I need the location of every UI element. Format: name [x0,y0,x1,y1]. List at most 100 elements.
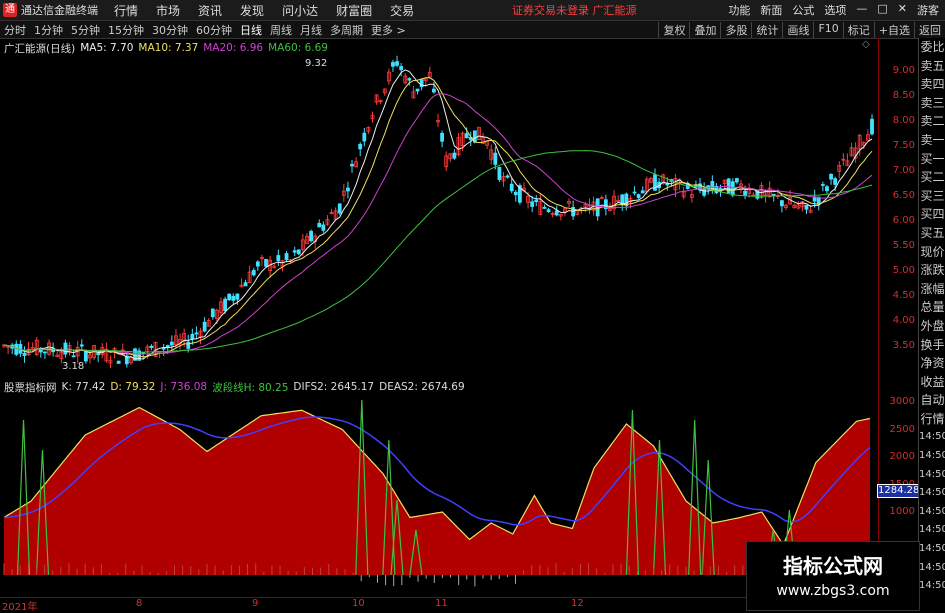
multi-stock-button[interactable]: 多股 [720,21,751,38]
indicator-title: 股票指标网 [4,381,57,394]
deas-value: DEAS2: 2674.69 [379,381,465,393]
period-monthly[interactable]: 月线 [300,22,322,38]
sidebar-field[interactable]: 14:50 [919,521,945,540]
ma60-value: MA60: 6.69 [268,42,328,54]
sidebar-field[interactable]: 现价 [919,243,945,262]
candle-body [497,167,502,180]
price-chart-panel[interactable]: 9.32 3.18 广汇能源(日线) MA5: 7.70 MA10: 7.37 M… [0,38,878,380]
candle-body [346,187,350,192]
period-multi[interactable]: 多周期 [330,22,363,38]
ma20-value: MA20: 6.96 [203,42,264,54]
period-15min[interactable]: 15分钟 [108,22,144,38]
app-logo-icon: 通 [3,3,17,17]
sidebar-field[interactable]: 14:50 [919,484,945,503]
candle-body [534,199,539,203]
watermark-url: www.zbgs3.com [776,583,890,599]
sidebar-field[interactable]: 换手 [919,336,945,355]
date-tick-label: 10 [352,598,365,609]
indicator-tick-label: 3000 [889,396,915,407]
sidebar-field[interactable]: 14:50 [919,503,945,522]
login-notice[interactable]: 证券交易未登录 广汇能源 [512,2,637,18]
candle-body [513,191,518,196]
sidebar-field[interactable]: 委比 [919,38,945,57]
candle-body [161,347,166,350]
candle-body [169,341,174,346]
period-60min[interactable]: 60分钟 [196,22,232,38]
period-1min[interactable]: 1分钟 [34,22,63,38]
f10-button[interactable]: F10 [813,21,842,38]
price-chart-svg[interactable]: 9.32 3.18 [0,38,878,380]
candle-body [493,152,498,165]
sidebar-field[interactable]: 14:50 [919,559,945,578]
sidebar-field[interactable]: 行情 [919,410,945,429]
period-weekly[interactable]: 周线 [270,22,292,38]
formula-button[interactable]: 公式 [792,2,814,18]
sidebar-field[interactable]: 买四 [919,205,945,224]
close-icon[interactable]: ✕ [898,2,907,18]
sidebar-field[interactable]: 收益 [919,373,945,392]
candle-body [632,191,637,194]
statistics-button[interactable]: 统计 [751,21,782,38]
period-5min[interactable]: 5分钟 [71,22,100,38]
restore-rights-button[interactable]: 复权 [658,21,689,38]
sidebar-field[interactable]: 涨幅 [919,280,945,299]
sidebar-field[interactable]: 卖一 [919,131,945,150]
sidebar-field[interactable]: 卖五 [919,57,945,76]
sidebar-field[interactable]: 14:50 [919,540,945,559]
menu-quotes[interactable]: 行情 [114,2,138,19]
main-legend: 广汇能源(日线) MA5: 7.70 MA10: 7.37 MA20: 6.96… [4,41,333,55]
settings-icon[interactable]: ◇ [862,40,872,50]
draw-line-button[interactable]: 画线 [782,21,813,38]
crosshair-value: 1284.28 [877,484,920,498]
sidebar-field[interactable]: 14:50 [919,447,945,466]
mark-button[interactable]: 标记 [842,21,874,38]
period-timeshare[interactable]: 分时 [4,22,26,38]
sidebar-field[interactable]: 卖四 [919,75,945,94]
sidebar-field[interactable]: 卖二 [919,112,945,131]
menu-ask[interactable]: 问小达 [282,2,318,19]
minimize-icon[interactable]: — [856,2,867,18]
candle-body [358,143,363,150]
options-button[interactable]: 选项 [824,2,846,18]
sidebar-field[interactable]: 总量 [919,298,945,317]
sidebar-field[interactable]: 涨跌 [919,261,945,280]
menu-trade[interactable]: 交易 [390,2,414,19]
sidebar-field[interactable]: 卖三 [919,94,945,113]
sidebar-field[interactable]: 自动 [919,391,945,410]
price-tick-label: 5.50 [892,240,915,251]
back-button[interactable]: 返回 [914,21,945,38]
menu-market[interactable]: 市场 [156,2,180,19]
period-more[interactable]: 更多 > [371,22,406,38]
candle-body [202,321,207,332]
candle-body [149,345,154,348]
period-daily[interactable]: 日线 [240,22,262,38]
menu-news[interactable]: 资讯 [198,2,222,19]
overlay-button[interactable]: 叠加 [689,21,720,38]
sidebar-field[interactable]: 买三 [919,187,945,206]
sidebar-field[interactable]: 买二 [919,168,945,187]
price-tick-label: 7.00 [892,165,915,176]
sidebar-field[interactable]: 14:50 [919,577,945,596]
candle-body [804,204,809,210]
sidebar-field[interactable]: 买一 [919,150,945,169]
add-watchlist-button[interactable]: +自选 [873,21,914,38]
period-30min[interactable]: 30分钟 [152,22,188,38]
menu-discover[interactable]: 发现 [240,2,264,19]
sidebar-field[interactable]: 净资 [919,354,945,373]
new-page-button[interactable]: 新面 [760,2,782,18]
quote-sidebar: 委比 卖五 卖四 卖三 卖二 卖一 买一 买二 买三 买四 买五 现价 涨跌 涨幅 总量 外盘 换手 净资 收益 自动… [918,38,945,609]
guest-user[interactable]: 游客 [917,2,939,18]
sidebar-field[interactable]: 14:50 [919,466,945,485]
date-tick-label: 2021年 [2,602,38,613]
sidebar-field[interactable]: 14:50 [919,428,945,447]
site-watermark: 指标公式网 www.zbgs3.com [746,541,920,611]
candle-body [726,178,731,194]
maximize-icon[interactable]: □ [877,2,887,18]
date-tick-label: 8 [136,598,143,609]
sidebar-field[interactable]: 买五 [919,224,945,243]
candle-body [296,249,301,255]
menu-wealth[interactable]: 财富圈 [336,2,372,19]
candle-body [771,193,776,196]
functions-button[interactable]: 功能 [728,2,750,18]
sidebar-field[interactable]: 外盘 [919,317,945,336]
